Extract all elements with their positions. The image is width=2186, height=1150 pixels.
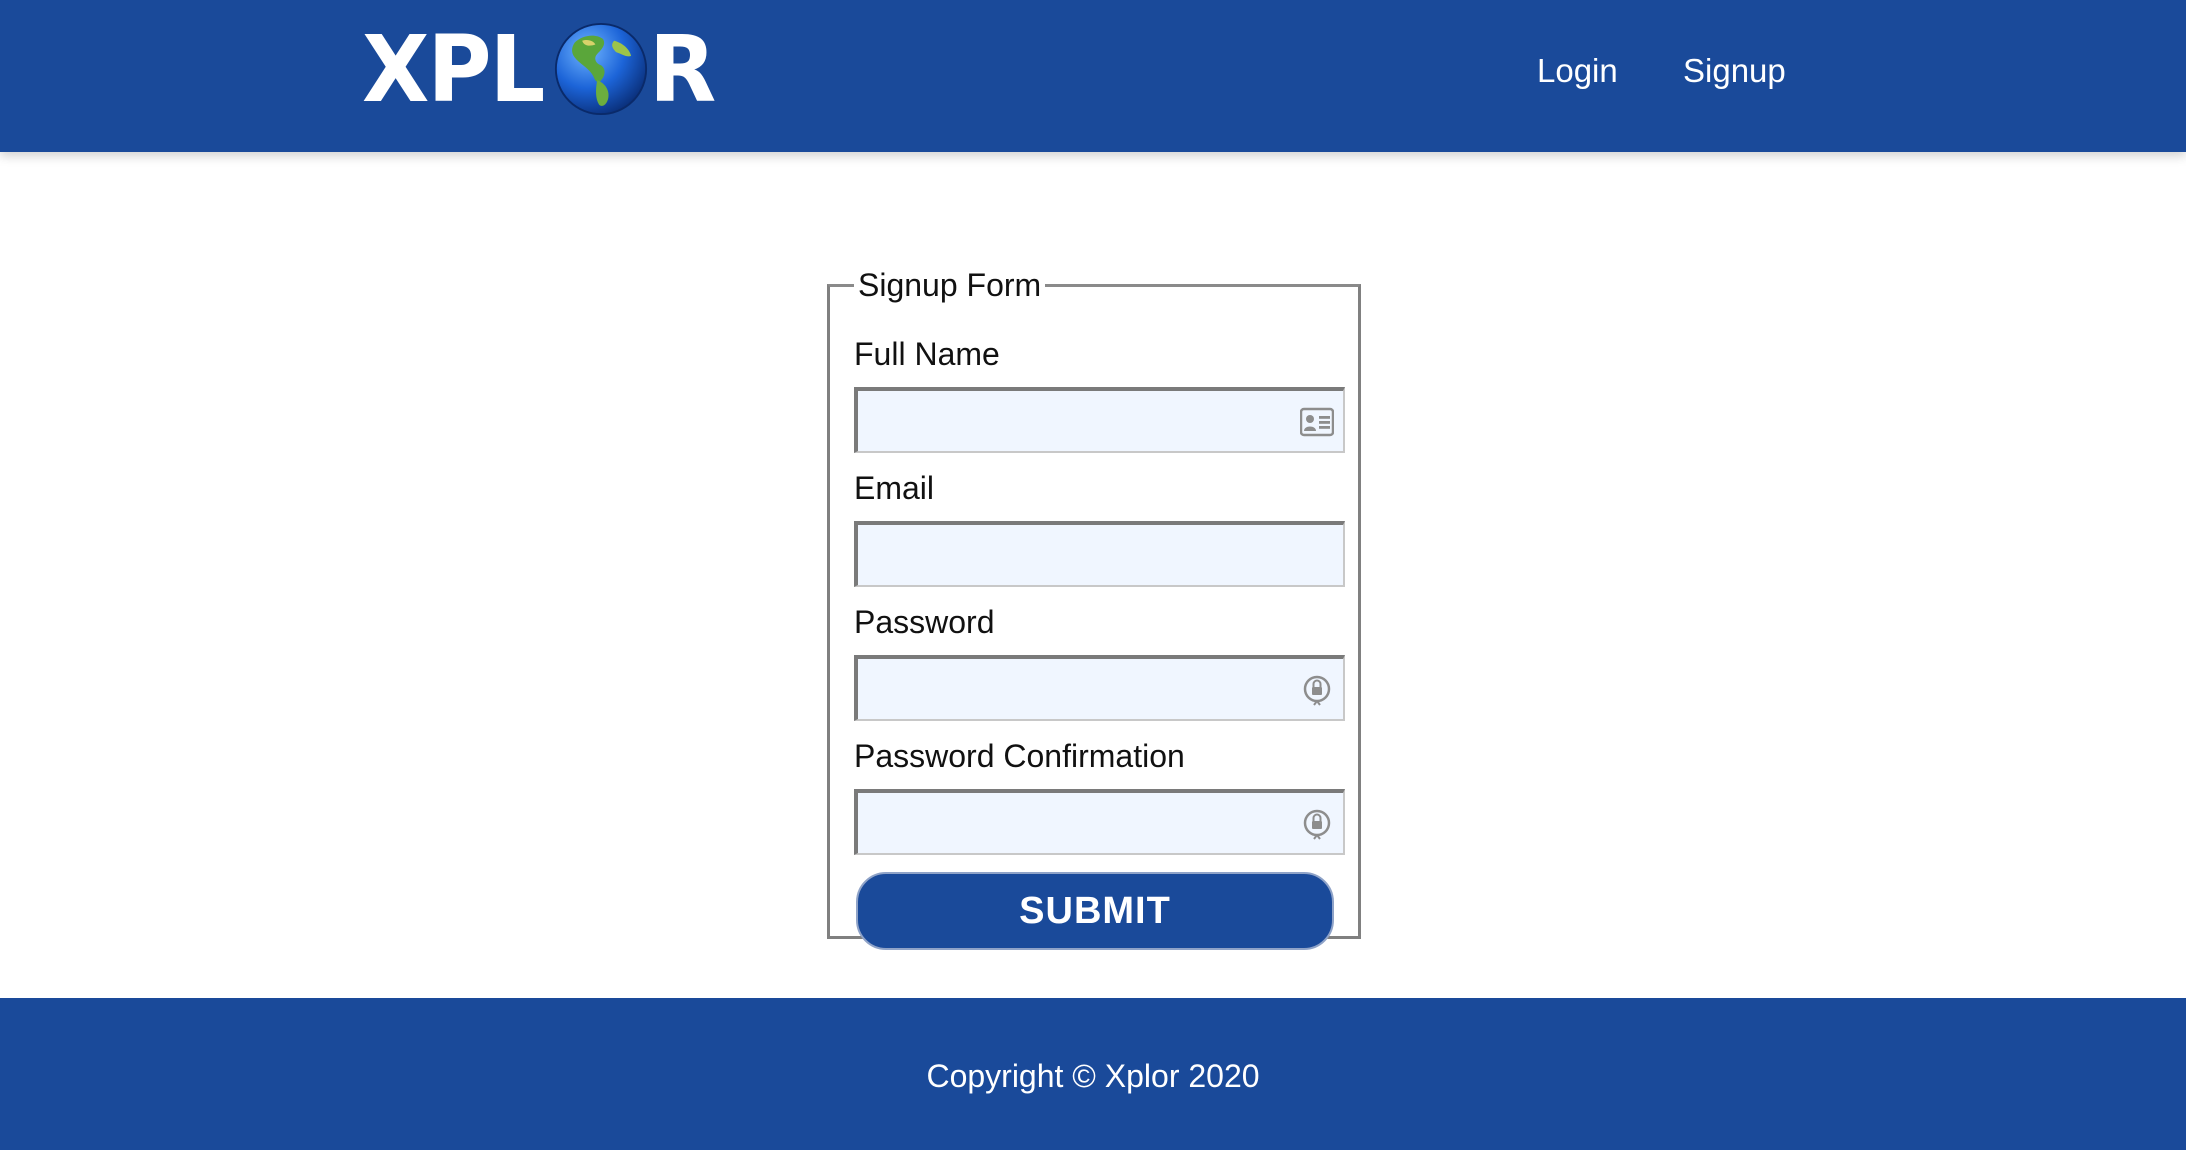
full-name-input[interactable]: [854, 387, 1345, 453]
signup-link[interactable]: Signup: [1683, 52, 1786, 90]
signup-form: Signup Form Full Name Email Password Pas…: [827, 267, 1361, 950]
password-label: Password: [854, 604, 995, 640]
full-name-label: Full Name: [854, 336, 1000, 372]
login-link[interactable]: Login: [1537, 52, 1618, 90]
password-confirmation-label: Password Confirmation: [854, 738, 1185, 774]
footer: Copyright © Xplor 2020: [0, 998, 2186, 1150]
password-key-icon: [1303, 809, 1331, 840]
password-input[interactable]: [854, 655, 1345, 721]
logo-text-right: R: [648, 15, 716, 123]
top-navbar: XPL R Login Signup: [0, 0, 2186, 152]
logo-text-left: XPL: [362, 15, 545, 123]
contact-card-icon: [1300, 407, 1334, 437]
password-key-icon: [1303, 675, 1331, 706]
main-content: Signup Form Full Name Email Password Pas…: [0, 152, 2186, 998]
copyright-text: Copyright © Xplor 2020: [926, 1058, 1260, 1094]
password-confirmation-input[interactable]: [854, 789, 1345, 855]
xplor-logo[interactable]: XPL R: [362, 14, 718, 124]
globe-icon: [554, 22, 648, 116]
email-input[interactable]: [854, 521, 1345, 587]
submit-button[interactable]: SUBMIT: [856, 872, 1334, 950]
form-legend: Signup Form: [858, 267, 1042, 303]
email-label: Email: [854, 470, 935, 506]
